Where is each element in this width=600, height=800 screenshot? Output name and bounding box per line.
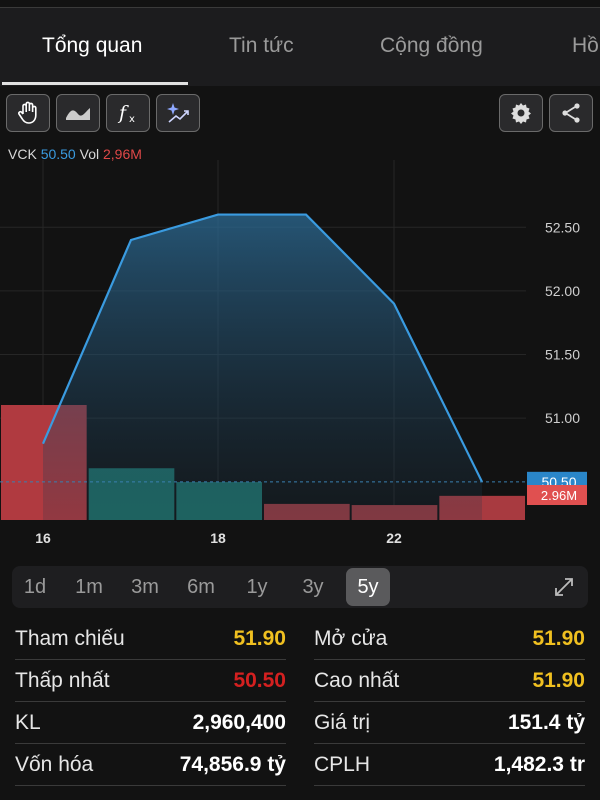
tab-overview[interactable]: Tổng quan bbox=[42, 34, 142, 58]
area-chart-icon bbox=[66, 108, 90, 120]
stat-label: Tham chiếu bbox=[15, 627, 125, 650]
y-tick-label-0: 52.50 bbox=[545, 219, 580, 235]
row-divider bbox=[15, 785, 286, 786]
period-6m[interactable]: 6m bbox=[178, 566, 224, 608]
indicator-button[interactable]: f x bbox=[106, 94, 150, 132]
price-area bbox=[43, 214, 482, 520]
period-1m[interactable]: 1m bbox=[66, 566, 112, 608]
y-tick-label-1: 52.00 bbox=[545, 283, 580, 299]
stat-label: Cao nhất bbox=[314, 669, 400, 692]
price-volume-chart[interactable]: 52.5052.0051.5051.0050.502.96M16 18 22 bbox=[0, 160, 600, 560]
tab-community[interactable]: Cộng đồng bbox=[380, 34, 483, 58]
tab-profile[interactable]: Hồ bbox=[572, 34, 599, 58]
stat-value-traded: Giá trị 151.4 tỷ bbox=[314, 702, 585, 744]
period-3y[interactable]: 3y bbox=[290, 566, 336, 608]
x-tick-label-1: 18 bbox=[210, 530, 226, 546]
period-1y[interactable]: 1y bbox=[234, 566, 280, 608]
stat-low: Thấp nhất 50.50 bbox=[15, 660, 286, 702]
stat-label: KL bbox=[15, 711, 41, 734]
chart-type-button[interactable] bbox=[56, 94, 100, 132]
x-tick-label-2: 22 bbox=[386, 530, 402, 546]
stat-shares-outstanding: CPLH 1,482.3 tr bbox=[314, 744, 585, 786]
y-tick-label-2: 51.50 bbox=[545, 347, 580, 363]
stat-value: 51.90 bbox=[233, 627, 286, 650]
status-divider bbox=[0, 0, 600, 8]
row-divider bbox=[314, 785, 585, 786]
svg-text:x: x bbox=[129, 114, 135, 125]
gear-icon bbox=[511, 103, 531, 124]
active-tab-indicator bbox=[2, 82, 188, 85]
stat-value: 50.50 bbox=[233, 669, 286, 692]
hand-cursor-icon bbox=[18, 101, 37, 124]
stat-label: Giá trị bbox=[314, 711, 371, 734]
x-tick-label-0: 16 bbox=[35, 530, 51, 546]
last-volume-label: 2.96M bbox=[541, 488, 577, 503]
stat-label: Vốn hóa bbox=[15, 753, 94, 776]
stat-reference: Tham chiếu 51.90 bbox=[15, 618, 286, 660]
share-icon bbox=[562, 103, 580, 123]
stat-high: Cao nhất 51.90 bbox=[314, 660, 585, 702]
stat-label: Thấp nhất bbox=[15, 669, 110, 692]
share-button[interactable] bbox=[549, 94, 593, 132]
y-tick-label-3: 51.00 bbox=[545, 410, 580, 426]
ai-sparkle-trend-icon bbox=[167, 103, 189, 123]
hand-cursor-button[interactable] bbox=[6, 94, 50, 132]
stat-value: 2,960,400 bbox=[192, 711, 286, 734]
stat-label: CPLH bbox=[314, 753, 371, 776]
tab-news[interactable]: Tin tức bbox=[229, 34, 294, 58]
stat-value: 74,856.9 tỷ bbox=[179, 753, 286, 776]
stat-label: Mở cửa bbox=[314, 627, 388, 650]
period-selector: 1d 1m 3m 6m 1y 3y 5y bbox=[12, 566, 588, 608]
function-fx-icon: f x bbox=[117, 102, 135, 125]
chart-toolbar: f x bbox=[0, 86, 600, 146]
settings-button[interactable] bbox=[499, 94, 543, 132]
stat-value: 51.90 bbox=[532, 669, 585, 692]
stat-open: Mở cửa 51.90 bbox=[314, 618, 585, 660]
period-3m[interactable]: 3m bbox=[122, 566, 168, 608]
svg-text:f: f bbox=[117, 102, 129, 124]
ai-analysis-button[interactable] bbox=[156, 94, 200, 132]
stat-value: 151.4 tỷ bbox=[507, 711, 585, 734]
stat-value: 51.90 bbox=[532, 627, 585, 650]
period-5y[interactable]: 5y bbox=[346, 568, 390, 606]
stat-volume: KL 2,960,400 bbox=[15, 702, 286, 744]
expand-icon[interactable] bbox=[552, 575, 576, 599]
top-tab-bar: Tổng quan Tin tức Cộng đồng Hồ bbox=[0, 8, 600, 86]
stat-value: 1,482.3 tr bbox=[493, 753, 585, 776]
stat-market-cap: Vốn hóa 74,856.9 tỷ bbox=[15, 744, 286, 786]
period-1d[interactable]: 1d bbox=[14, 566, 56, 608]
